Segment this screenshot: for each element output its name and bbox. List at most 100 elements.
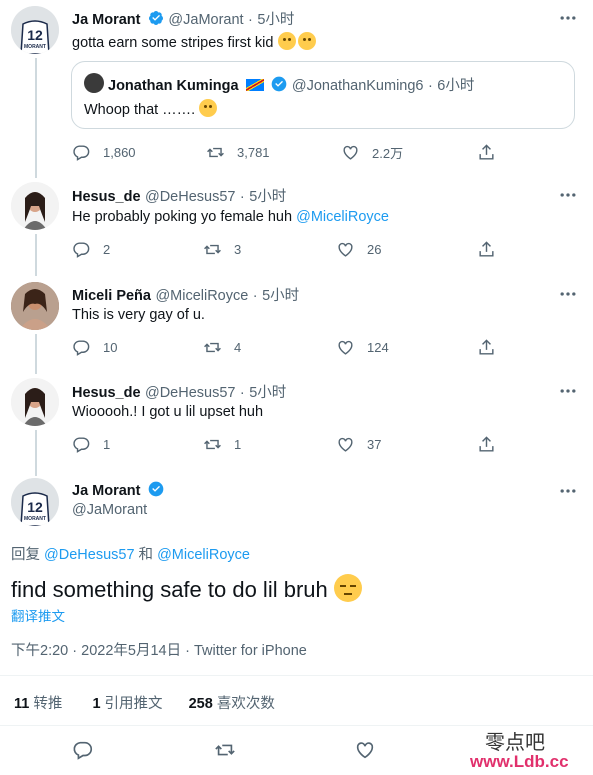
like-button[interactable]: 37 bbox=[336, 435, 381, 454]
more-icon[interactable] bbox=[558, 381, 578, 401]
more-icon[interactable] bbox=[558, 481, 578, 501]
retweet-button[interactable]: 4 bbox=[203, 338, 241, 357]
retweet-button[interactable]: 1 bbox=[203, 435, 241, 454]
separator: · bbox=[248, 12, 253, 28]
like-count: 2.2万 bbox=[372, 146, 404, 161]
retweet-count: 1 bbox=[234, 437, 242, 452]
quotes-stat[interactable]: 1 引用推文 bbox=[92, 696, 162, 712]
share-icon bbox=[479, 241, 494, 257]
like-button[interactable]: 26 bbox=[336, 240, 381, 259]
separator: · bbox=[239, 189, 245, 205]
retweets-stat[interactable]: 11 转推 bbox=[14, 696, 62, 712]
author-handle[interactable]: @JaMorant bbox=[72, 502, 147, 518]
like-button[interactable]: 124 bbox=[336, 338, 389, 357]
pensive-emoji-icon bbox=[333, 574, 362, 602]
tweet-source[interactable]: Twitter for iPhone bbox=[194, 643, 307, 659]
more-icon[interactable] bbox=[558, 284, 578, 304]
mention-link[interactable]: @MiceliRoyce bbox=[296, 209, 389, 225]
author-handle[interactable]: @MiceliRoyce bbox=[155, 288, 248, 304]
retweet-icon bbox=[207, 147, 224, 158]
like-button[interactable] bbox=[354, 739, 376, 761]
tweet-text: gotta earn some stripes first kid bbox=[72, 32, 316, 51]
tweet-header: Hesus_de @DeHesus57 · 5小时 bbox=[72, 381, 286, 402]
divider bbox=[0, 675, 593, 676]
timestamp[interactable]: 5小时 bbox=[257, 12, 294, 28]
retweet-count: 4 bbox=[234, 340, 242, 355]
reply-button[interactable]: 1,860 bbox=[72, 143, 136, 162]
separator: · bbox=[427, 78, 433, 94]
likes-stat[interactable]: 258 喜欢次数 bbox=[189, 696, 275, 712]
tweet-date[interactable]: 2022年5月14日 bbox=[81, 643, 181, 659]
retweet-count: 3,781 bbox=[237, 145, 270, 160]
like-button[interactable]: 2.2万 bbox=[341, 143, 403, 162]
retweet-count: 3 bbox=[234, 242, 242, 257]
tweet-header: Miceli Peña @MiceliRoyce · 5小时 bbox=[72, 284, 299, 305]
author-name[interactable]: Hesus_de bbox=[72, 385, 141, 401]
reply-button[interactable]: 10 bbox=[72, 338, 117, 357]
quote-tweet-card[interactable]: Jonathan Kuminga @JonathanKuming6 · 6小时 … bbox=[71, 61, 575, 129]
share-button[interactable] bbox=[477, 338, 496, 357]
retweet-button[interactable]: 3,781 bbox=[206, 143, 270, 162]
svg-text:MORANT: MORANT bbox=[24, 516, 46, 522]
author-name[interactable]: Ja Morant bbox=[72, 483, 141, 499]
avatar-miceli-pena[interactable] bbox=[11, 282, 59, 330]
reply-count: 2 bbox=[103, 242, 111, 257]
avatar-hesus-de[interactable] bbox=[11, 378, 59, 426]
mention-link[interactable]: @MiceliRoyce bbox=[157, 547, 250, 563]
tweet-text: This is very gay of u. bbox=[72, 307, 205, 323]
retweet-icon bbox=[215, 744, 235, 756]
reply-count: 1,860 bbox=[103, 145, 136, 160]
author-name[interactable]: Ja Morant bbox=[72, 12, 141, 28]
author-handle[interactable]: @JaMorant bbox=[168, 12, 243, 28]
avatar-hesus-de[interactable] bbox=[11, 182, 59, 230]
share-button[interactable] bbox=[477, 240, 496, 259]
reply-icon bbox=[73, 741, 93, 760]
heart-icon bbox=[343, 145, 358, 160]
tweet-stats: 11 转推 1 引用推文 258 喜欢次数 bbox=[14, 692, 275, 713]
verified-icon bbox=[272, 76, 287, 92]
main-tweet-text: find something safe to do lil bruh bbox=[11, 574, 362, 603]
reply-button[interactable] bbox=[72, 739, 94, 761]
author-handle[interactable]: @DeHesus57 bbox=[145, 385, 235, 401]
laughing-emoji-icon bbox=[277, 32, 296, 50]
quote-timestamp: 6小时 bbox=[437, 78, 475, 94]
retweet-icon bbox=[204, 342, 221, 353]
retweet-button[interactable]: 3 bbox=[203, 240, 241, 259]
tweet-meta: 下午2:20 · 2022年5月14日 · Twitter for iPhone bbox=[11, 643, 307, 659]
mention-link[interactable]: @DeHesus57 bbox=[44, 547, 134, 563]
translate-link[interactable]: 翻译推文 bbox=[11, 605, 65, 625]
timestamp[interactable]: 5小时 bbox=[249, 385, 286, 401]
retweet-button[interactable] bbox=[214, 739, 236, 761]
timestamp[interactable]: 5小时 bbox=[249, 189, 286, 205]
reply-icon bbox=[73, 145, 90, 161]
quote-author-name: Jonathan Kuminga bbox=[108, 78, 239, 94]
reply-button[interactable]: 1 bbox=[72, 435, 110, 454]
tweet-text: He probably poking yo female huh @Miceli… bbox=[72, 209, 389, 225]
reply-icon bbox=[73, 242, 90, 258]
avatar-ja-morant[interactable]: 12 MORANT bbox=[11, 6, 59, 54]
zany-face-emoji-icon bbox=[199, 99, 218, 117]
retweet-icon bbox=[204, 244, 221, 255]
thread-line bbox=[35, 234, 37, 276]
share-button[interactable] bbox=[477, 143, 496, 162]
share-icon bbox=[479, 339, 494, 355]
share-button[interactable] bbox=[477, 435, 496, 454]
laughing-emoji-icon bbox=[297, 32, 316, 50]
verified-icon bbox=[148, 481, 164, 497]
author-handle[interactable]: @DeHesus57 bbox=[145, 189, 235, 205]
more-icon[interactable] bbox=[558, 185, 578, 205]
reply-button[interactable]: 2 bbox=[72, 240, 110, 259]
tweet-time[interactable]: 下午2:20 bbox=[11, 643, 68, 659]
reply-count: 10 bbox=[103, 340, 118, 355]
author-name[interactable]: Miceli Peña bbox=[72, 288, 151, 304]
timestamp[interactable]: 5小时 bbox=[262, 288, 299, 304]
main-tweet-header: Ja Morant bbox=[72, 481, 164, 500]
heart-icon bbox=[338, 242, 353, 257]
svg-text:12: 12 bbox=[27, 499, 43, 515]
author-name[interactable]: Hesus_de bbox=[72, 189, 141, 205]
more-icon[interactable] bbox=[558, 8, 578, 28]
reply-count: 1 bbox=[103, 437, 111, 452]
thread-line bbox=[35, 334, 37, 374]
avatar-ja-morant[interactable]: 12 MORANT bbox=[11, 478, 59, 526]
like-count: 124 bbox=[367, 340, 389, 355]
